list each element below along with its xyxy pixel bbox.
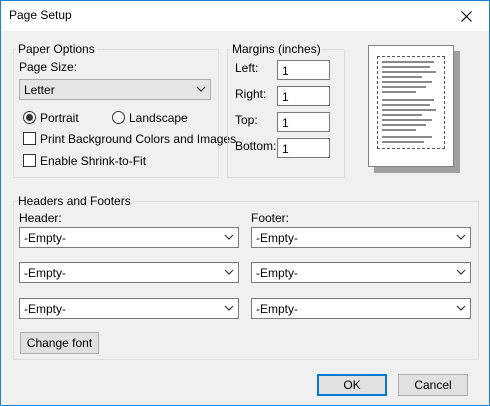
window-title: Page Setup xyxy=(9,8,72,22)
page-size-select[interactable]: Letter xyxy=(19,79,211,100)
margin-top-input[interactable]: 1 xyxy=(277,112,330,132)
margins-legend: Margins (inches) xyxy=(232,42,321,56)
margin-right-label: Right: xyxy=(235,87,267,101)
chevron-down-icon xyxy=(224,234,234,240)
footer-select-1[interactable]: -Empty- xyxy=(251,227,471,248)
header-select-1[interactable]: -Empty- xyxy=(19,227,239,248)
headers-footers-legend: Headers and Footers xyxy=(18,194,131,208)
header-label: Header: xyxy=(19,211,62,225)
margin-left-label: Left: xyxy=(235,61,259,75)
footer-select-2[interactable]: -Empty- xyxy=(251,262,471,283)
footer-select-1-value: -Empty- xyxy=(256,231,298,245)
chevron-down-icon xyxy=(196,86,206,92)
print-background-label[interactable]: Print Background Colors and Images xyxy=(40,132,236,146)
header-select-2-value: -Empty- xyxy=(24,266,66,280)
margin-bottom-label: Bottom: xyxy=(235,139,277,153)
footer-select-3-value: -Empty- xyxy=(256,302,298,316)
chevron-down-icon xyxy=(456,269,466,275)
header-select-1-value: -Empty- xyxy=(24,231,66,245)
page-preview-print-area xyxy=(377,56,445,149)
margin-bottom-input[interactable]: 1 xyxy=(277,138,330,158)
landscape-label[interactable]: Landscape xyxy=(129,111,188,125)
chevron-down-icon xyxy=(456,305,466,311)
page-preview xyxy=(368,45,454,167)
cancel-button[interactable]: Cancel xyxy=(398,374,468,396)
paper-options-legend: Paper Options xyxy=(18,42,95,56)
close-button[interactable] xyxy=(443,1,489,31)
footer-select-2-value: -Empty- xyxy=(256,266,298,280)
chevron-down-icon xyxy=(456,234,466,240)
footer-select-3[interactable]: -Empty- xyxy=(251,298,471,319)
portrait-radio[interactable] xyxy=(23,111,36,124)
close-icon xyxy=(460,10,472,22)
footer-label: Footer: xyxy=(251,211,290,225)
title-bar: Page Setup xyxy=(1,1,489,31)
header-select-3-value: -Empty- xyxy=(24,302,66,316)
chevron-down-icon xyxy=(224,305,234,311)
page-size-label: Page Size: xyxy=(19,60,78,74)
ok-button[interactable]: OK xyxy=(317,374,387,396)
page-setup-dialog: Page Setup Paper Options Page Size: Lett… xyxy=(0,0,490,406)
shrink-to-fit-label[interactable]: Enable Shrink-to-Fit xyxy=(40,154,146,168)
margin-left-input[interactable]: 1 xyxy=(277,60,330,80)
change-font-button[interactable]: Change font xyxy=(20,332,99,354)
header-select-2[interactable]: -Empty- xyxy=(19,262,239,283)
shrink-to-fit-checkbox[interactable] xyxy=(23,154,36,167)
margin-right-input[interactable]: 1 xyxy=(277,86,330,106)
landscape-radio[interactable] xyxy=(112,111,125,124)
chevron-down-icon xyxy=(224,269,234,275)
portrait-label[interactable]: Portrait xyxy=(40,111,79,125)
print-background-checkbox[interactable] xyxy=(23,132,36,145)
header-select-3[interactable]: -Empty- xyxy=(19,298,239,319)
margin-top-label: Top: xyxy=(235,113,258,127)
page-size-value: Letter xyxy=(24,83,55,97)
